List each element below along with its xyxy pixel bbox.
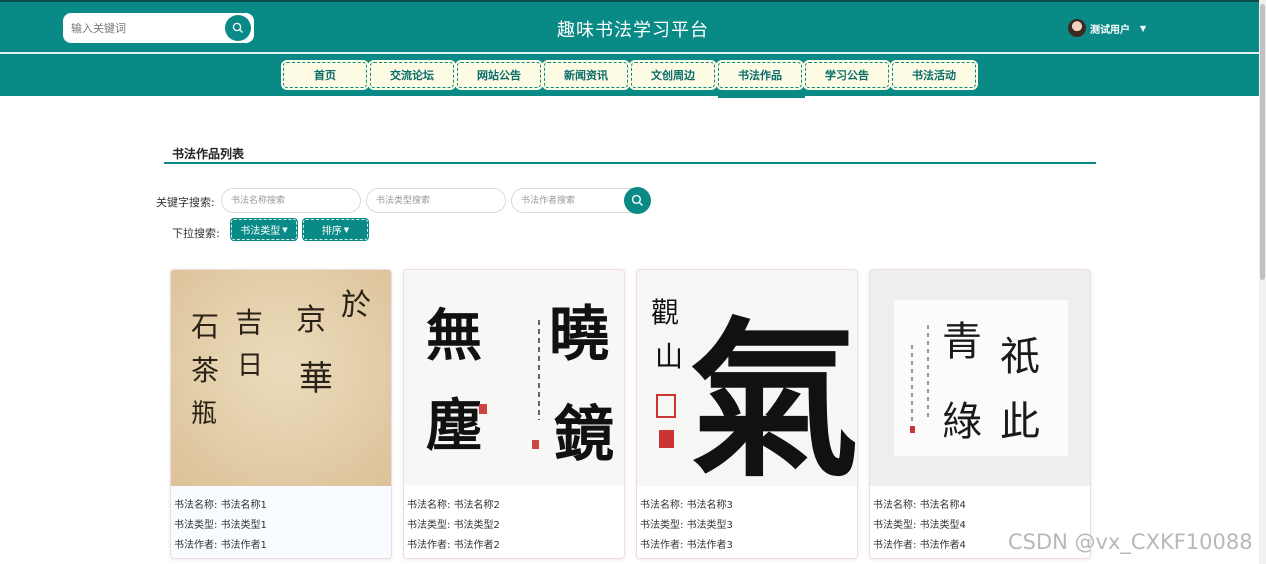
artwork-image: 曉 鏡 無 塵 [404,270,624,486]
type-dropdown-button[interactable]: 书法类型 ▼ [230,218,298,241]
svg-text:於: 於 [341,288,371,323]
nav-item-events[interactable]: 书法活动 [890,60,978,90]
artwork-type: 书法类型1 [220,520,267,531]
svg-text:茶: 茶 [191,354,219,387]
scrollbar-thumb[interactable] [1260,4,1265,280]
svg-text:塵: 塵 [426,393,482,459]
artwork-image: 於 京 華 吉 日 石 茶 瓶 [171,270,391,486]
artwork-image: 祇 此 青 綠 [870,270,1090,486]
svg-text:石: 石 [191,310,219,343]
caret-down-icon: ▼ [343,225,350,234]
svg-text:吉: 吉 [235,306,263,339]
artwork-info: 书法名称: 书法名称4 书法类型: 书法类型4 书法作者: 书法作者4 [873,500,966,551]
nav-item-home[interactable]: 首页 [281,60,369,90]
title-underline [164,162,1096,164]
artwork-name: 书法名称3 [686,500,733,511]
type-search-input[interactable] [366,188,506,213]
user-name: 测试用户 [1090,24,1130,36]
svg-text:瓶: 瓶 [191,399,217,429]
watermark: CSDN @vx_CXKF10088 [1008,530,1253,554]
avatar [1068,19,1086,37]
artwork-type: 书法类型2 [453,520,500,531]
svg-text:氣: 氣 [689,301,858,486]
main-nav: 首页 交流论坛 网站公告 新闻资讯 文创周边 书法作品 学习公告 书法活动 [0,54,1266,96]
sort-dropdown-button[interactable]: 排序 ▼ [302,218,369,241]
svg-text:鏡: 鏡 [554,400,614,470]
artwork-info: 书法名称: 书法名称2 书法类型: 书法类型2 书法作者: 书法作者2 [407,500,500,551]
svg-text:祇: 祇 [1000,334,1040,380]
name-search-input[interactable] [221,188,361,213]
keyword-search-label: 关键字搜索: [156,196,215,209]
artwork-author: 书法作者1 [220,540,267,551]
nav-item-forum[interactable]: 交流论坛 [368,60,456,90]
search-icon [631,194,643,206]
nav-item-study-notices[interactable]: 学习公告 [803,60,891,90]
artwork-type: 书法类型4 [919,520,966,531]
type-dropdown-label: 书法类型 [240,226,281,237]
svg-text:京: 京 [296,303,326,338]
artwork-type: 书法类型3 [686,520,733,531]
svg-text:綠: 綠 [942,399,982,445]
artwork-name: 书法名称1 [220,500,267,511]
user-menu[interactable]: 测试用户 ▼ [1068,19,1146,37]
artwork-author: 书法作者2 [453,540,500,551]
artwork-info: 书法名称: 书法名称3 书法类型: 书法类型3 书法作者: 书法作者3 [640,500,733,551]
artwork-card[interactable]: 祇 此 青 綠 书法名称: 书法名称4 书法类型: 书法类型4 书法作者: 书法… [869,269,1091,559]
top-header: 趣味书法学习平台 测试用户 ▼ [0,0,1266,52]
artwork-card[interactable]: 曉 鏡 無 塵 书法名称: 书法名称2 书法类型: 书法类型2 书法作者: 书法… [403,269,625,559]
svg-text:觀: 觀 [651,296,679,329]
svg-text:此: 此 [1000,399,1040,445]
artwork-author: 书法作者4 [919,540,966,551]
dropdown-search-label: 下拉搜索: [172,227,220,240]
nav-item-merchandise[interactable]: 文创周边 [629,60,717,90]
artwork-card[interactable]: 於 京 華 吉 日 石 茶 瓶 书法名称: 书法名称1 书法类型: 书法类型1 … [170,269,392,559]
chevron-down-icon: ▼ [1140,23,1147,33]
artwork-author: 书法作者3 [686,540,733,551]
sort-dropdown-label: 排序 [321,226,342,237]
page-title: 书法作品列表 [172,147,245,161]
nav-item-news[interactable]: 新闻资讯 [542,60,630,90]
nav-item-calligraphy-works[interactable]: 书法作品 [716,60,804,90]
nav-item-announcements[interactable]: 网站公告 [455,60,543,90]
artwork-name: 书法名称4 [919,500,966,511]
nav-active-indicator [718,96,805,98]
caret-down-icon: ▼ [282,225,288,234]
svg-text:華: 華 [299,359,333,399]
svg-text:曉: 曉 [549,300,609,370]
svg-text:日: 日 [237,351,263,381]
artwork-name: 书法名称2 [453,500,500,511]
svg-text:山: 山 [655,340,683,373]
filter-search-button[interactable] [624,187,651,214]
artwork-card[interactable]: 氣 觀 山 书法名称: 书法名称3 书法类型: 书法类型3 书法作者: 书法作者… [636,269,858,559]
svg-text:無: 無 [426,303,482,369]
artwork-image: 氣 觀 山 [637,270,858,486]
artwork-info: 书法名称: 书法名称1 书法类型: 书法类型1 书法作者: 书法作者1 [174,500,267,551]
svg-text:青: 青 [942,319,982,365]
